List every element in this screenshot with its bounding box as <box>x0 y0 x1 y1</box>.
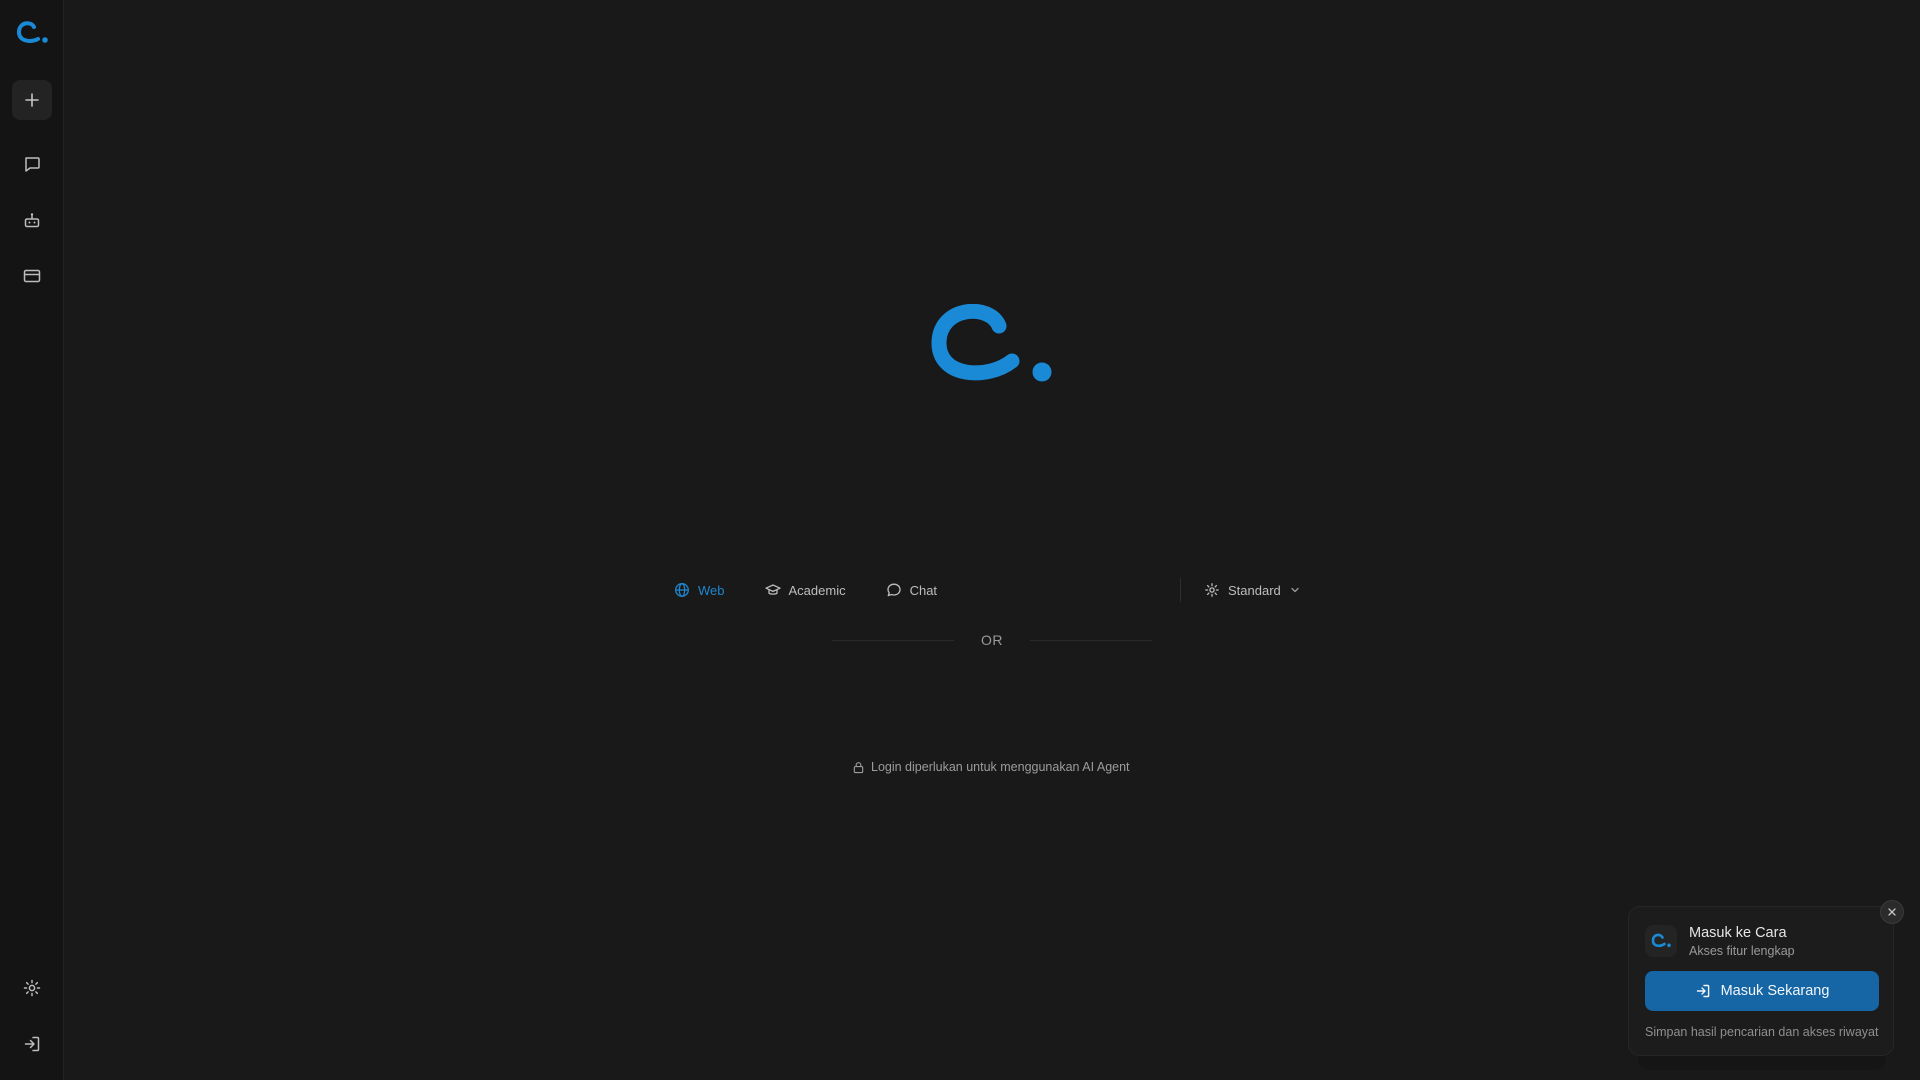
chat-bubble-icon <box>25 157 40 172</box>
model-quality-dropdown[interactable]: Standard <box>1204 572 1301 608</box>
close-icon <box>1888 908 1896 916</box>
log-in-icon <box>1696 984 1709 998</box>
mode-academic-label: Academic <box>788 582 846 598</box>
mode-chat-label: Chat <box>909 582 938 598</box>
brand-logo[interactable] <box>14 18 50 48</box>
toast-title: Masuk ke Cara <box>1689 925 1787 941</box>
sidebar-item-login[interactable] <box>12 1024 52 1064</box>
toast-subtitle: Akses fitur lengkap <box>1689 944 1795 958</box>
toast-close-button[interactable] <box>1880 900 1904 924</box>
gear-icon <box>1205 583 1219 597</box>
mode-academic[interactable]: Academic <box>761 572 850 608</box>
sidebar-item-billing[interactable] <box>12 256 52 296</box>
chat-bubble-icon <box>886 583 901 597</box>
globe-icon <box>675 583 689 597</box>
or-label: OR <box>981 632 1003 648</box>
sidebar-item-settings[interactable] <box>12 968 52 1008</box>
new-chat-button[interactable] <box>12 80 52 120</box>
mode-divider <box>1180 578 1181 602</box>
chevron-down-icon <box>1291 587 1299 593</box>
or-line-right <box>1030 639 1152 641</box>
sidebar <box>0 0 64 1080</box>
toast-brand-logo <box>1645 925 1677 957</box>
or-divider: OR <box>832 630 1152 650</box>
toast-footer-text: Simpan hasil pencarian dan akses riwayat <box>1645 1025 1879 1039</box>
hero-logo <box>930 303 1054 388</box>
or-line-left <box>832 639 954 641</box>
robot-icon <box>24 213 40 228</box>
lock-icon <box>853 761 864 773</box>
graduation-cap-icon <box>764 584 781 595</box>
mode-web[interactable]: Web <box>670 572 729 608</box>
sidebar-item-agents[interactable] <box>12 200 52 240</box>
mode-web-label: Web <box>698 582 725 598</box>
search-mode-bar: Web Academic Chat Standard <box>670 572 1310 608</box>
login-required-notice: Login diperlukan untuk menggunakan AI Ag… <box>852 757 1130 777</box>
mode-chat[interactable]: Chat <box>882 572 941 608</box>
plus-icon <box>25 93 39 107</box>
login-now-label: Masuk Sekarang <box>1720 983 1830 999</box>
login-now-button[interactable]: Masuk Sekarang <box>1645 971 1879 1011</box>
sidebar-item-chats[interactable] <box>12 144 52 184</box>
credit-card-icon <box>23 269 41 283</box>
log-in-icon <box>24 1036 40 1052</box>
login-toast: Masuk ke Cara Akses fitur lengkap Masuk … <box>1628 906 1894 1056</box>
gear-icon <box>23 979 41 997</box>
login-required-text: Login diperlukan untuk menggunakan AI Ag… <box>871 760 1130 774</box>
model-quality-label: Standard <box>1228 582 1281 598</box>
